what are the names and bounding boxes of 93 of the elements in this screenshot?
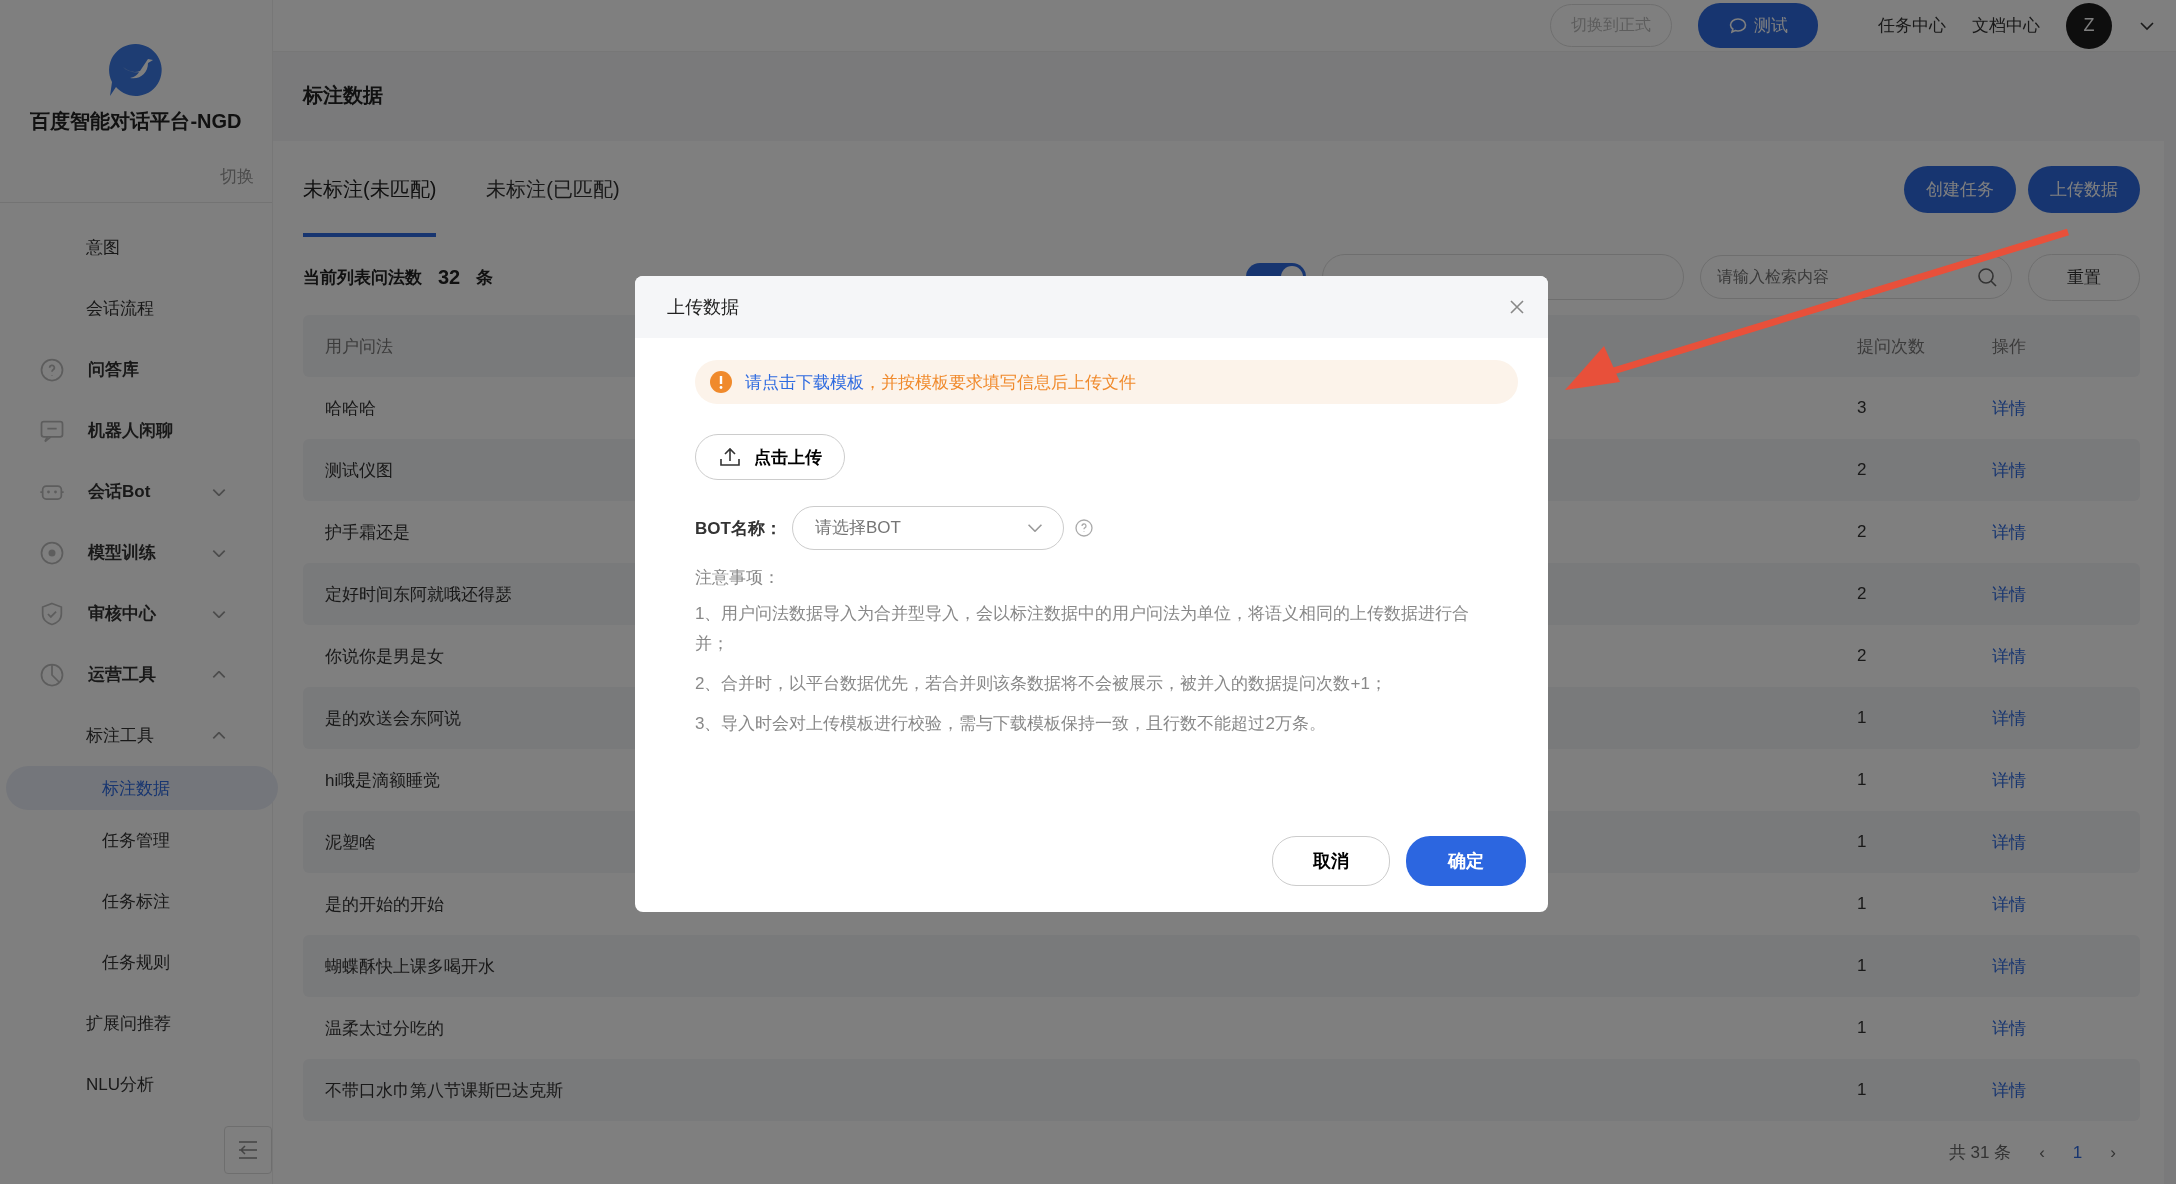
table-cell-text: 定好时间东阿就哦还得瑟: [325, 583, 512, 606]
details-link[interactable]: 详情: [1992, 770, 2026, 790]
table-cell: 1: [1857, 894, 1867, 914]
details-link[interactable]: 详情: [1992, 398, 2026, 418]
bot-select[interactable]: 请选择BOT: [791, 506, 1064, 550]
note-text: 2、合并时，以平台数据优先，若合并则该条数据将不会被展示，被并入的数据提问次数+1；: [695, 673, 1388, 695]
table-cell-text: 哈哈哈: [325, 397, 376, 420]
table-cell: 1: [1857, 1080, 1867, 1100]
column-header: 操作: [1992, 335, 2026, 358]
menu-item[interactable]: 模型训练: [6, 522, 266, 583]
field-label: BOT名称：: [695, 517, 782, 540]
help-icon[interactable]: [1073, 518, 1094, 538]
menu-item[interactable]: 任务管理: [6, 810, 266, 871]
menu-item[interactable]: 运营工具: [6, 644, 266, 705]
dialog-title: 上传数据: [667, 296, 739, 319]
details-link[interactable]: 详情: [1992, 522, 2026, 542]
details-link[interactable]: 详情: [1992, 584, 2026, 604]
table-cell: 1: [1857, 770, 1867, 790]
details-link[interactable]: 详情: [1992, 1018, 2026, 1038]
test-button[interactable]: 测试: [1698, 3, 1818, 48]
search-field[interactable]: 请输入检索内容: [1700, 255, 2012, 299]
prev-page-button[interactable]: ‹: [2039, 1142, 2045, 1163]
table-cell: 2: [1857, 584, 1867, 604]
table-cell: 2: [1857, 522, 1867, 542]
menu-item[interactable]: 扩展问推荐: [6, 993, 266, 1054]
avatar[interactable]: Z: [2066, 2, 2112, 49]
table-cell-text: hi哦是滴额睡觉: [325, 769, 441, 792]
warning-icon: [709, 370, 733, 394]
menu-item[interactable]: 标注数据: [6, 766, 278, 810]
page-title: 标注数据: [301, 83, 384, 108]
nav-link[interactable]: 文档中心: [1972, 14, 2040, 37]
page-number[interactable]: 1: [2072, 1142, 2083, 1163]
menu-item[interactable]: 意图: [6, 217, 266, 278]
table-cell-text: 护手霜还是: [325, 521, 410, 544]
table-cell-text: 泥塑啥: [325, 831, 376, 854]
alert-message: 请点击下载模板，并按模板要求填写信息后上传文件: [745, 371, 1136, 394]
column-header: 用户问法: [325, 335, 393, 358]
menu-item[interactable]: 任务规则: [6, 932, 266, 993]
total-count: 共 31 条: [1948, 1142, 2012, 1164]
chevron-down-icon: [1027, 524, 1042, 532]
table-cell: 3: [1857, 398, 1867, 418]
menu-item[interactable]: 问答库: [6, 339, 266, 400]
menu-item[interactable]: NLU分析: [6, 1054, 266, 1115]
table-cell-text: 不带口水巾第八节课斯巴达克斯: [325, 1079, 563, 1102]
search-icon: [1976, 266, 1998, 288]
menu-item[interactable]: 会话Bot: [6, 461, 266, 522]
table-cell: 2: [1857, 646, 1867, 666]
count-label: 当前列表问法数: [303, 266, 422, 289]
menu-item[interactable]: 标注工具: [6, 705, 266, 766]
details-link[interactable]: 详情: [1992, 894, 2026, 914]
details-link[interactable]: 详情: [1992, 708, 2026, 728]
note-text: 3、导入时会对上传模板进行校验，需与下载模板保持一致，且行数不能超过2万条。: [695, 713, 1327, 735]
table-cell: 1: [1857, 832, 1867, 852]
close-icon[interactable]: [1508, 298, 1526, 316]
table-cell: 1: [1857, 708, 1867, 728]
action-button[interactable]: 上传数据: [2028, 165, 2140, 213]
column-header: 提问次数: [1857, 335, 1925, 358]
details-link[interactable]: 详情: [1992, 460, 2026, 480]
table-cell: 1: [1857, 956, 1867, 976]
details-link[interactable]: 详情: [1992, 646, 2026, 666]
table-cell: 1: [1857, 1018, 1867, 1038]
details-link[interactable]: 详情: [1992, 956, 2026, 976]
table-cell: 2: [1857, 460, 1867, 480]
table-cell-text: 是的欢送会东阿说: [325, 707, 461, 730]
confirm-button[interactable]: 确定: [1406, 836, 1526, 886]
menu-item[interactable]: 机器人闲聊: [6, 400, 266, 461]
table-cell-text: 是的开始的开始: [325, 893, 444, 916]
action-button[interactable]: 创建任务: [1904, 165, 2016, 213]
collapse-icon[interactable]: [224, 1126, 272, 1174]
tab[interactable]: 未标注(已匹配): [486, 141, 620, 237]
table-cell-text: 你说你是男是女: [325, 645, 444, 668]
download-template-link[interactable]: 请点击下载模板: [745, 372, 864, 392]
brand-name: 百度智能对话平台-NGD: [29, 109, 243, 134]
table-cell-text: 蝴蝶酥快上课多喝开水: [325, 955, 495, 978]
details-link[interactable]: 详情: [1992, 1080, 2026, 1100]
upload-icon: [718, 445, 742, 469]
count-value: 32: [438, 265, 461, 289]
menu-item[interactable]: 会话流程: [6, 278, 266, 339]
menu-item[interactable]: 任务标注: [6, 871, 266, 932]
tab[interactable]: 未标注(未匹配): [303, 141, 437, 237]
chat-icon: [1728, 15, 1748, 36]
count-unit: 条: [476, 266, 494, 289]
next-page-button[interactable]: ›: [2110, 1142, 2116, 1163]
details-link[interactable]: 详情: [1992, 832, 2026, 852]
reset-button[interactable]: 重置: [2028, 253, 2140, 301]
table-cell-text: 测试仪图: [325, 459, 393, 482]
cancel-button[interactable]: 取消: [1272, 836, 1390, 886]
upload-button[interactable]: 点击上传: [695, 434, 845, 480]
note-text: 1、用户问法数据导入为合并型导入，会以标注数据中的用户问法为单位，将语义相同的上传数据进行合并；: [695, 603, 1471, 655]
nav-link[interactable]: 任务中心: [1878, 14, 1946, 37]
table-cell-text: 温柔太过分吃的: [325, 1017, 444, 1040]
menu-item[interactable]: 审核中心: [6, 583, 266, 644]
notes-title: 注意事项：: [695, 567, 781, 589]
